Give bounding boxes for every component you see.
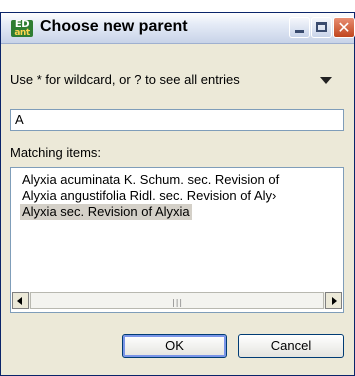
list-item[interactable]: Alyxia acuminata K. Schum. sec. Revision… <box>20 172 281 188</box>
minimize-icon <box>295 30 304 33</box>
cancel-button[interactable]: Cancel <box>238 334 344 358</box>
list-item[interactable]: Alyxia angustifolia Ridl. sec. Revision … <box>20 188 278 204</box>
scroll-left-button[interactable] <box>12 292 29 309</box>
scroll-right-button[interactable] <box>325 292 342 309</box>
maximize-icon <box>316 22 327 32</box>
horizontal-scrollbar[interactable]: ||| <box>12 292 342 309</box>
chevron-right-icon <box>332 297 337 305</box>
list-item-selected[interactable]: Alyxia sec. Revision of Alyxia <box>20 204 192 220</box>
icon-text-bottom: ant <box>14 28 30 38</box>
chevron-left-icon <box>17 297 22 305</box>
dropdown-arrow-icon[interactable] <box>320 77 332 84</box>
close-icon: ✕ <box>337 18 351 37</box>
maximize-button[interactable] <box>311 17 332 38</box>
wildcard-hint: Use * for wildcard, or ? to see all entr… <box>10 72 240 87</box>
window-title: Choose new parent <box>40 18 188 35</box>
minimize-button[interactable] <box>289 17 310 38</box>
app-icon: ED ant <box>11 20 33 38</box>
matching-items-label: Matching items: <box>10 145 102 160</box>
ok-button[interactable]: OK <box>122 334 227 358</box>
title-bar[interactable]: ED ant Choose new parent ✕ <box>1 13 355 44</box>
close-button[interactable]: ✕ <box>333 17 355 38</box>
scrollbar-thumb[interactable]: ||| <box>30 292 324 309</box>
grip-icon: ||| <box>172 298 184 307</box>
matching-items-list[interactable]: Alyxia acuminata K. Schum. sec. Revision… <box>10 167 344 313</box>
search-input[interactable]: A <box>10 109 344 131</box>
